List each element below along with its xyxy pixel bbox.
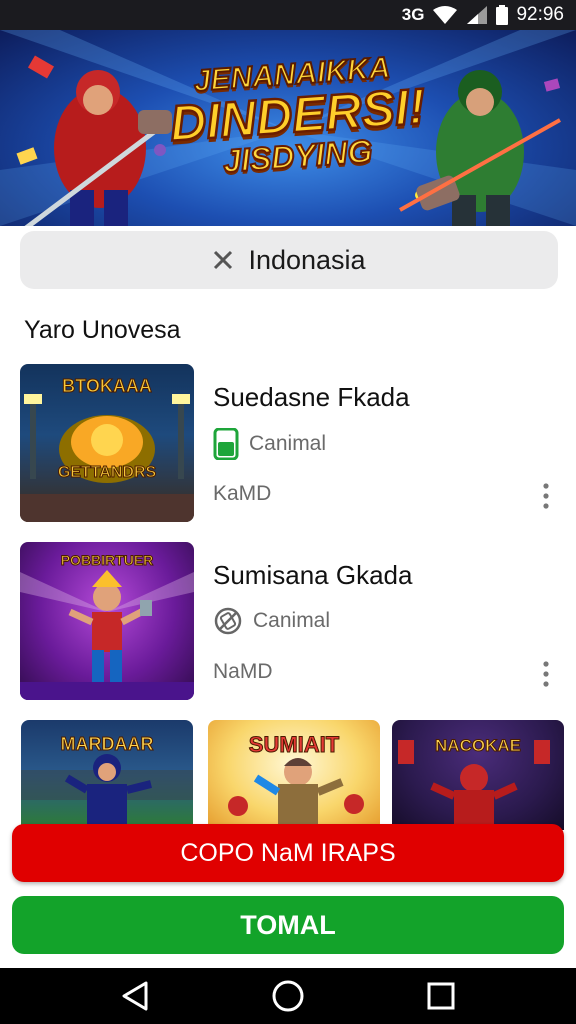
grid-item-title: NACOKAE <box>435 736 522 756</box>
app-thumbnail[interactable]: POBBIRTUER <box>20 542 194 700</box>
home-icon[interactable] <box>271 979 305 1013</box>
thumbnail-title-top: BTOKAAA <box>62 376 153 397</box>
secondary-action-button[interactable]: TOMAL <box>12 896 564 954</box>
region-filter-value: Indonasia <box>248 244 366 275</box>
no-phone-icon <box>214 607 242 635</box>
item-title[interactable]: Sumisana Gkada <box>213 560 412 591</box>
item-meta: KaMD <box>213 482 272 505</box>
list-item[interactable]: BTOKAAA GETTANDRS Suedasne Fkada Canimal… <box>20 364 560 522</box>
thumbnail-title: POBBIRTUER <box>60 552 154 569</box>
section-title: Yaro Unovesa <box>24 316 181 344</box>
status-bar: 3G 92:96 <box>0 0 576 30</box>
thumbnail-title-bottom: GETTANDRS <box>57 464 157 482</box>
region-filter-chip[interactable]: Indonasia <box>20 231 558 289</box>
grid-item-title: MARDAAR <box>60 734 154 755</box>
grid-item[interactable]: MARDAAR <box>21 720 193 830</box>
wifi-icon <box>433 6 458 24</box>
more-vert-icon[interactable] <box>540 482 552 510</box>
phone-icon <box>213 428 239 460</box>
more-vert-icon[interactable] <box>540 660 552 688</box>
grid-item[interactable]: NACOKAE <box>392 720 564 830</box>
item-category: Canimal <box>249 432 327 455</box>
signal-icon <box>467 6 488 24</box>
grid-item[interactable]: SUMIAIT <box>208 720 380 830</box>
list-item[interactable]: POBBIRTUER Sumisana Gkada Canimal NaMD <box>20 542 560 700</box>
battery-icon <box>496 5 509 25</box>
item-title[interactable]: Suedasne Fkada <box>213 382 410 413</box>
banner-title: JENANAIKKA DINDERSI! JISDYING <box>166 50 428 180</box>
status-time: 92:96 <box>516 4 564 25</box>
close-icon[interactable] <box>212 249 234 271</box>
item-subtitle: Canimal <box>213 428 326 460</box>
app-thumbnail[interactable]: BTOKAAA GETTANDRS <box>20 364 194 522</box>
back-icon[interactable] <box>120 980 150 1012</box>
promo-banner[interactable]: JENANAIKKA DINDERSI! JISDYING <box>0 30 576 226</box>
primary-action-button[interactable]: COPO NaM IRAPS <box>12 824 564 882</box>
item-category: Canimal <box>253 609 331 632</box>
system-nav-bar <box>0 968 576 1024</box>
network-label: 3G <box>401 5 425 24</box>
item-meta: NaMD <box>213 660 273 683</box>
recents-icon[interactable] <box>426 981 456 1011</box>
item-subtitle: Canimal <box>213 606 330 636</box>
grid-item-title: SUMIAIT <box>248 732 340 758</box>
